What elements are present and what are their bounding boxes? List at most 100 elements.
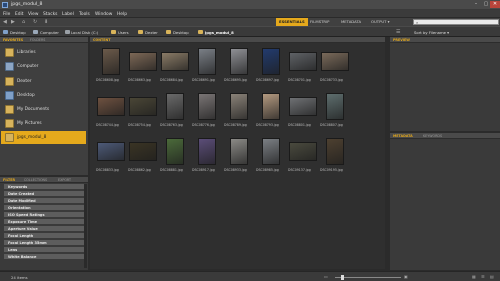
thumbnail-item[interactable]: DSC08701.jpg	[288, 47, 318, 87]
tab-preview[interactable]: PREVIEW	[393, 38, 410, 42]
favorite-desktop[interactable]: Desktop	[1, 89, 86, 102]
workspace-output[interactable]: OUTPUT ▾	[371, 18, 390, 26]
thumbnail-image	[102, 47, 120, 75]
reveal-icon[interactable]: ↻	[33, 18, 37, 26]
thumbnail-image	[97, 96, 125, 116]
tab-content[interactable]: CONTENT	[93, 38, 111, 42]
thumbnail-item[interactable]: DSC08695.jpg	[224, 47, 254, 87]
thumbnail-item[interactable]: DSC08691.jpg	[192, 47, 222, 87]
thumbnail-item[interactable]: DSC08833.jpg	[96, 137, 126, 177]
tab-metadata[interactable]: METADATA	[393, 134, 413, 138]
thumbnail-filename: DSC08933.jpg	[224, 168, 247, 172]
filter-iso-speed[interactable]: ISO Speed Ratings	[4, 212, 84, 219]
filter-exposure-time[interactable]: Exposure Time	[4, 219, 84, 226]
minimize-button[interactable]: –	[471, 1, 481, 8]
menu-edit[interactable]: Edit	[15, 12, 24, 17]
thumbnail-item[interactable]: DSC08733.jpg	[320, 47, 350, 87]
thumbnail-size-knob[interactable]	[341, 274, 345, 280]
zoom-in-icon[interactable]: ▣	[404, 274, 408, 279]
breadcrumb-users[interactable]: Users	[118, 30, 129, 35]
menu-view[interactable]: View	[28, 12, 38, 17]
menu-tools[interactable]: Tools	[79, 12, 90, 17]
thumbnail-item[interactable]: DSC08793.jpg	[256, 92, 286, 132]
thumbnail-image	[161, 51, 189, 71]
breadcrumb-current[interactable]: jpgs_modul_8	[205, 30, 234, 35]
menu-stacks[interactable]: Stacks	[43, 12, 57, 17]
thumbnail-image	[230, 92, 248, 120]
filter-orientation[interactable]: Orientation	[4, 205, 84, 212]
thumbnail-item[interactable]: DSC09137.jpg	[288, 137, 318, 177]
zoom-out-icon[interactable]: ▭	[324, 274, 328, 279]
list-view-icon[interactable]: ☰	[481, 274, 485, 279]
filter-lens[interactable]: Lens	[4, 247, 84, 254]
thumbnail-item[interactable]: DSC08801.jpg	[288, 92, 318, 132]
filter-date-modified[interactable]: Date Modified	[4, 198, 84, 205]
workspace-essentials[interactable]: ESSENTIALS	[276, 18, 308, 26]
thumbnail-item[interactable]: DSC08754.jpg	[128, 92, 158, 132]
thumbnail-filename: DSC08985.jpg	[256, 168, 279, 172]
workspace-filmstrip[interactable]: FILMSTRIP	[310, 18, 329, 26]
search-icon: ⌕	[416, 20, 419, 25]
favorite-my-pictures[interactable]: My Pictures	[1, 117, 86, 130]
thumbnail-item[interactable]: DSC08684.jpg	[160, 47, 190, 87]
forward-icon[interactable]: ▶	[11, 18, 15, 26]
favorite-my-documents[interactable]: My Documents	[1, 103, 86, 116]
filter-scrollbar[interactable]	[84, 184, 87, 268]
filter-aperture-value[interactable]: Aperture Value	[4, 226, 84, 233]
thumbnail-item[interactable]: DSC08917.jpg	[192, 137, 222, 177]
tab-filter[interactable]: FILTER	[3, 178, 15, 182]
filter-date-created[interactable]: Date Created	[4, 191, 84, 198]
grid-view-icon[interactable]: ▦	[472, 274, 476, 279]
thumbnail-item[interactable]: DSC08789.jpg	[224, 92, 254, 132]
thumbnail-item[interactable]: DSC08881.jpg	[160, 137, 190, 177]
favorite-libraries[interactable]: Libraries	[1, 46, 86, 59]
thumbnail-filename: DSC08763.jpg	[160, 123, 183, 127]
favorite-computer[interactable]: Computer	[1, 60, 86, 73]
thumbnail-filename: DSC08695.jpg	[224, 78, 247, 82]
breadcrumb-dexter[interactable]: Dexter	[145, 30, 158, 35]
menu-window[interactable]: Window	[95, 12, 112, 17]
thumbnail-item[interactable]: DSC08776.jpg	[192, 92, 222, 132]
menu-file[interactable]: File	[3, 12, 10, 17]
search-field[interactable]: ⌕	[413, 19, 499, 25]
favorite-dexter[interactable]: Dexter	[1, 75, 86, 88]
thumbnail-item[interactable]: DSC08985.jpg	[256, 137, 286, 177]
filter-focal-length-35mm[interactable]: Focal Length 35mm	[4, 240, 84, 247]
menu-help[interactable]: Help	[117, 12, 127, 17]
thumbnail-size-slider[interactable]	[335, 277, 401, 278]
thumbnail-image	[198, 47, 216, 75]
thumbnail-item[interactable]: DSC08663.jpg	[128, 47, 158, 87]
breadcrumb-desktop[interactable]: Desktop	[10, 30, 26, 35]
thumbnail-item[interactable]: DSC09195.jpg	[320, 137, 350, 177]
thumbnail-image	[321, 51, 349, 71]
tab-keywords[interactable]: KEYWORDS	[423, 134, 442, 138]
thumbnail-item[interactable]: DSC08807.jpg	[320, 92, 350, 132]
thumbnail-item[interactable]: DSC08744.jpg	[96, 92, 126, 132]
favorites-panel: FAVORITES FOLDERS Libraries Computer Dex…	[0, 37, 88, 175]
favorite-jpgs-modul-8[interactable]: jpgs_modul_8	[1, 131, 86, 144]
breadcrumb-desktop-folder[interactable]: Desktop	[173, 30, 189, 35]
filter-keywords[interactable]: Keywords	[4, 184, 84, 191]
close-button[interactable]: ✕	[490, 1, 500, 8]
thumbnail-item[interactable]: DSC08933.jpg	[224, 137, 254, 177]
thumbnail-item[interactable]: DSC08697.jpg	[256, 47, 286, 87]
thumbnail-item[interactable]: DSC08862.jpg	[128, 137, 158, 177]
tab-favorites[interactable]: FAVORITES	[3, 38, 23, 42]
tab-collections[interactable]: COLLECTIONS	[24, 178, 47, 182]
workspace-metadata[interactable]: METADATA	[341, 18, 361, 26]
thumbnail-item[interactable]: DSC08608.jpg	[96, 47, 126, 87]
breadcrumb-local-disk[interactable]: Local Disk (C:)	[71, 30, 98, 35]
filter-white-balance[interactable]: White Balance	[4, 254, 84, 261]
tab-folders[interactable]: FOLDERS	[30, 38, 45, 42]
detail-view-icon[interactable]: ▤	[490, 274, 494, 279]
view-options-icon[interactable]: ☰	[396, 29, 400, 35]
menu-label[interactable]: Label	[62, 12, 74, 17]
get-photos-icon[interactable]: ⬇	[44, 18, 48, 26]
sort-dropdown[interactable]: Sort by Filename ▾	[414, 30, 449, 35]
recent-folders-icon[interactable]: ⌂	[22, 18, 25, 26]
back-icon[interactable]: ◀	[3, 18, 7, 26]
thumbnail-item[interactable]: DSC08763.jpg	[160, 92, 190, 132]
filter-focal-length[interactable]: Focal Length	[4, 233, 84, 240]
tab-export[interactable]: EXPORT	[58, 178, 71, 182]
breadcrumb-computer[interactable]: Computer	[40, 30, 59, 35]
